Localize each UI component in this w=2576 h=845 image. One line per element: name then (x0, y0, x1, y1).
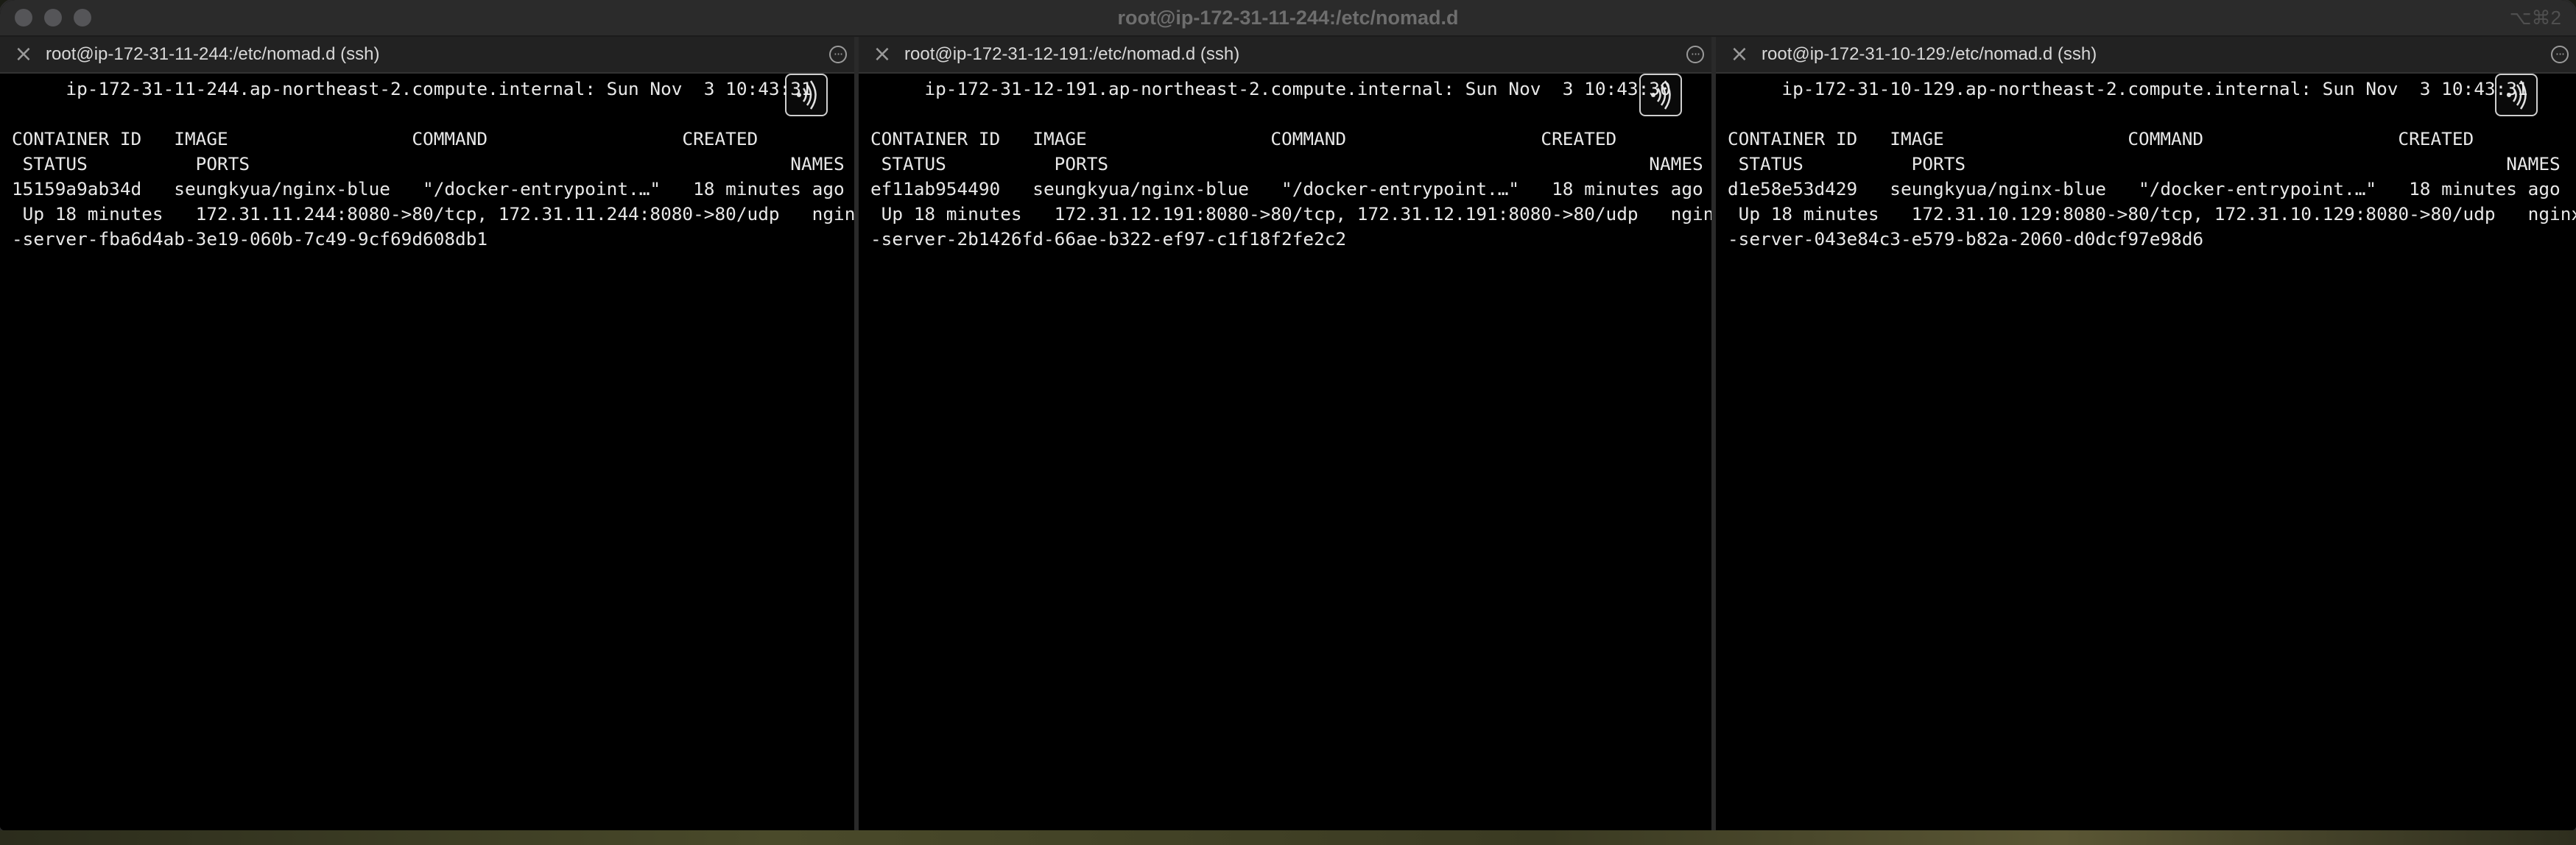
pane-tab-title: root@ip-172-31-11-244:/etc/nomad.d (ssh) (46, 44, 380, 64)
terminal-pane-3[interactable]: × root@ip-172-31-10-129:/etc/nomad.d (ss… (1716, 37, 2576, 830)
terminal-line: -server-043e84c3-e579-b82a-2060-d0dcf97e… (1728, 228, 2204, 250)
ellipsis-icon[interactable]: ··· (829, 46, 847, 63)
terminal-line: Up 18 minutes 172.31.11.244:8080->80/tcp… (12, 203, 867, 224)
close-icon[interactable]: × (10, 41, 37, 68)
terminal-pane-1[interactable]: × root@ip-172-31-11-244:/etc/nomad.d (ss… (0, 37, 866, 830)
terminal-line: -server-fba6d4ab-3e19-060b-7c49-9cf69d60… (12, 228, 488, 250)
terminal-line: CONTAINER ID IMAGE COMMAND CREATED (1728, 128, 2474, 149)
terminal-output[interactable]: ip-172-31-12-191.ap-northeast-2.compute.… (870, 77, 1725, 252)
terminal-line: -server-2b1426fd-66ae-b322-ef97-c1f18f2f… (870, 228, 1347, 250)
terminal-line: ip-172-31-10-129.ap-northeast-2.compute.… (1728, 78, 2528, 99)
ellipsis-icon[interactable]: ··· (1686, 46, 1704, 63)
window-title: root@ip-172-31-11-244:/etc/nomad.d (1117, 7, 1459, 29)
terminal-line: ip-172-31-11-244.ap-northeast-2.compute.… (12, 78, 812, 99)
ellipsis-icon[interactable]: ··· (2551, 46, 2569, 63)
terminal-line: CONTAINER ID IMAGE COMMAND CREATED (870, 128, 1617, 149)
window-shortcut: ⌥⌘2 (2509, 7, 2561, 29)
terminal-pane-2[interactable]: × root@ip-172-31-12-191:/etc/nomad.d (ss… (859, 37, 1725, 830)
terminal-line: CONTAINER ID IMAGE COMMAND CREATED (12, 128, 759, 149)
terminal-line: ef11ab954490 seungkyua/nginx-blue "/dock… (870, 178, 1703, 199)
pane-tab-title: root@ip-172-31-12-191:/etc/nomad.d (ssh) (904, 44, 1240, 64)
terminal-output[interactable]: ip-172-31-11-244.ap-northeast-2.compute.… (12, 77, 866, 252)
pane-tab[interactable]: × root@ip-172-31-11-244:/etc/nomad.d (ss… (0, 37, 854, 74)
terminal-line: Up 18 minutes 172.31.12.191:8080->80/tcp… (870, 203, 1725, 224)
terminal-window: root@ip-172-31-11-244:/etc/nomad.d ⌥⌘2 ×… (0, 0, 2576, 830)
terminal-line: ip-172-31-12-191.ap-northeast-2.compute.… (870, 78, 1671, 99)
pane-tab[interactable]: × root@ip-172-31-12-191:/etc/nomad.d (ss… (859, 37, 1711, 74)
pane-tab[interactable]: × root@ip-172-31-10-129:/etc/nomad.d (ss… (1716, 37, 2576, 74)
terminal-output[interactable]: ip-172-31-10-129.ap-northeast-2.compute.… (1728, 77, 2576, 252)
terminal-line: STATUS PORTS NAMES (1728, 153, 2561, 174)
terminal-line: STATUS PORTS NAMES (870, 153, 1703, 174)
desktop-background (0, 830, 2576, 845)
terminal-line: d1e58e53d429 seungkyua/nginx-blue "/dock… (1728, 178, 2561, 199)
pane-tab-title: root@ip-172-31-10-129:/etc/nomad.d (ssh) (1762, 44, 2097, 64)
terminal-line: 15159a9ab34d seungkyua/nginx-blue "/dock… (12, 178, 845, 199)
close-icon[interactable]: × (1726, 41, 1753, 68)
title-bar[interactable]: root@ip-172-31-11-244:/etc/nomad.d ⌥⌘2 (0, 0, 2576, 37)
close-icon[interactable]: × (869, 41, 895, 68)
terminal-line: STATUS PORTS NAMES (12, 153, 845, 174)
terminal-line: Up 18 minutes 172.31.10.129:8080->80/tcp… (1728, 203, 2576, 224)
